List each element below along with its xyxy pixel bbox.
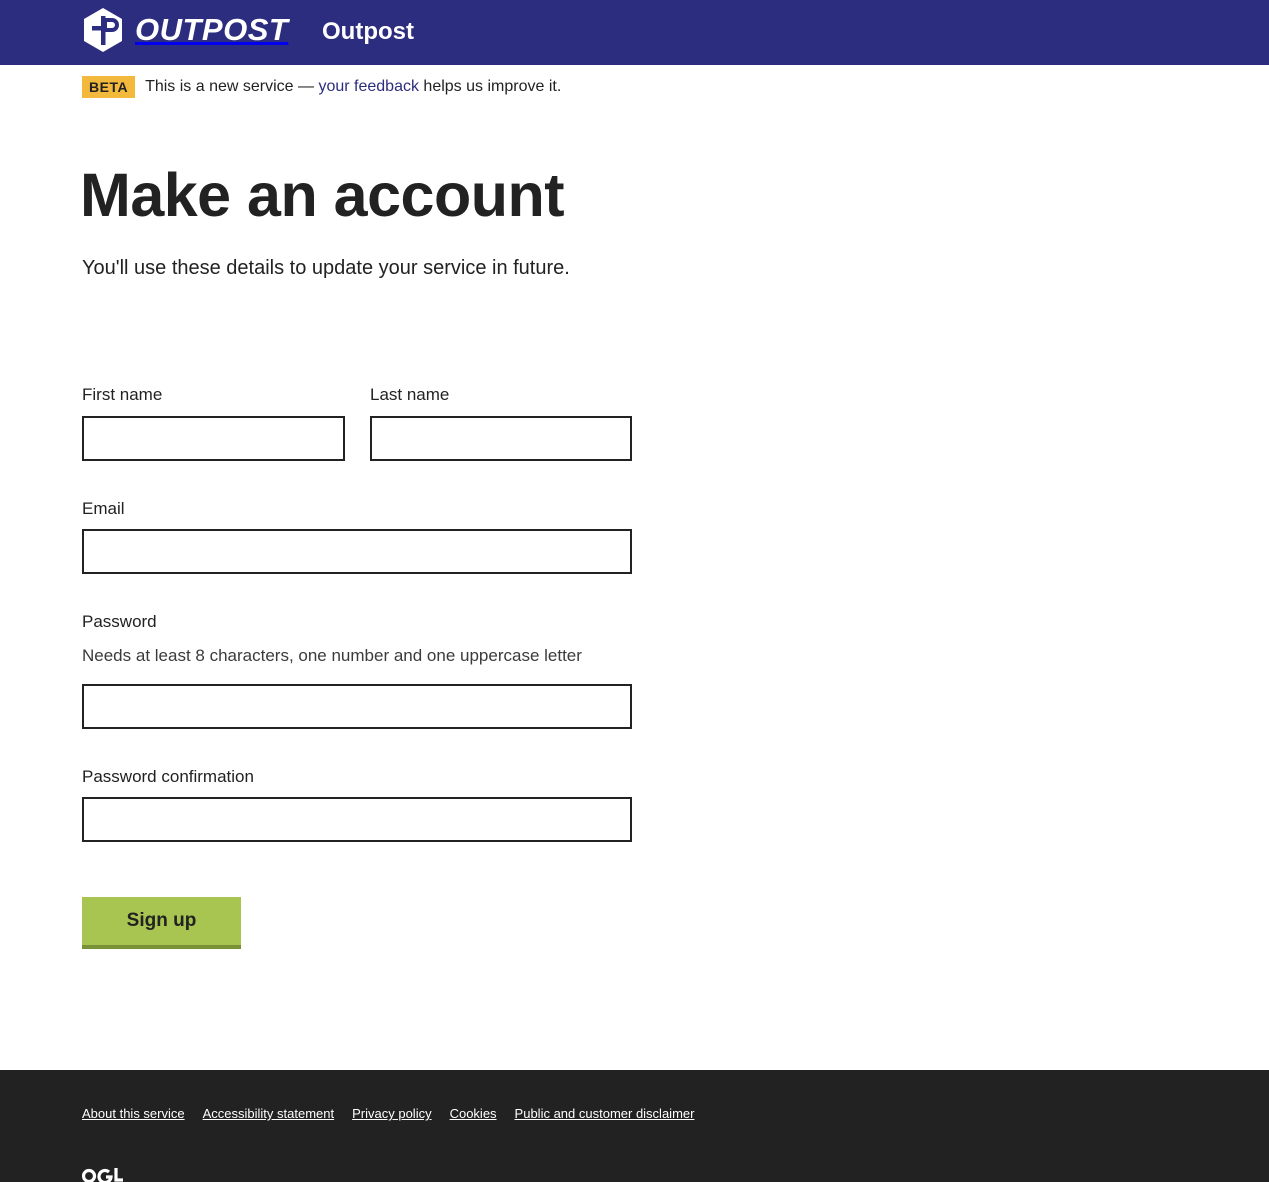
phase-banner: BETA This is a new service — your feedba… [82, 76, 561, 98]
last-name-label: Last name [370, 385, 450, 404]
password-hint: Needs at least 8 characters, one number … [82, 646, 582, 665]
outpost-logo[interactable]: OUTPOST [82, 7, 288, 53]
password-confirmation-input[interactable] [82, 797, 632, 842]
site-footer: About this service Accessibility stateme… [0, 1070, 1269, 1182]
password-input[interactable] [82, 684, 632, 729]
phase-text-after: helps us improve it. [418, 78, 562, 95]
footer-link-about[interactable]: About this service [82, 1105, 185, 1123]
feedback-link[interactable]: your feedback [318, 78, 419, 95]
last-name-input[interactable] [370, 416, 632, 461]
email-label: Email [82, 499, 125, 518]
phase-text-before: This is a new service — [145, 78, 319, 95]
beta-tag: BETA [82, 76, 136, 98]
password-confirmation-label: Password confirmation [82, 767, 254, 786]
phase-banner-text: This is a new service — your feedback he… [145, 78, 561, 96]
site-header: OUTPOST Outpost [0, 0, 1269, 65]
signpost-icon [84, 8, 122, 52]
sign-up-button[interactable]: Sign up [82, 897, 241, 945]
footer-link-disclaimer[interactable]: Public and customer disclaimer [515, 1105, 695, 1123]
page-lede: You'll use these details to update your … [82, 257, 570, 279]
page-title: Make an account [80, 161, 565, 229]
ogl-logo-icon [82, 1168, 123, 1182]
password-label: Password [82, 612, 157, 631]
footer-links: About this service Accessibility stateme… [82, 1105, 712, 1123]
footer-link-privacy[interactable]: Privacy policy [352, 1105, 431, 1123]
footer-link-cookies[interactable]: Cookies [450, 1105, 497, 1123]
email-input[interactable] [82, 529, 632, 574]
first-name-label: First name [82, 385, 163, 404]
logo-wordmark: OUTPOST [135, 12, 289, 47]
footer-link-accessibility[interactable]: Accessibility statement [203, 1105, 335, 1123]
service-name-link[interactable]: Outpost [322, 16, 414, 48]
first-name-input[interactable] [82, 416, 345, 461]
